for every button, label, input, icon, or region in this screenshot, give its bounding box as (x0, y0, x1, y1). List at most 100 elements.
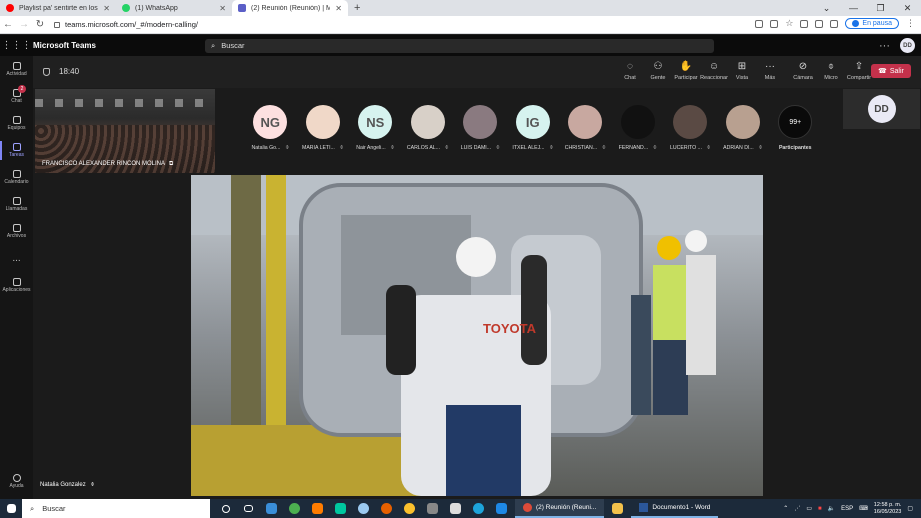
close-icon[interactable]: ✕ (103, 4, 110, 13)
clock[interactable]: 12:58 p. m. 16/05/2023 (874, 502, 902, 516)
language-indicator[interactable]: ESP (841, 506, 853, 512)
app-blue-icon[interactable] (354, 499, 373, 518)
cortana-icon[interactable] (216, 499, 235, 518)
participant-tile[interactable]: CARLOS AL... ⌽ (402, 105, 455, 152)
meeting-timer: 18:40 (43, 67, 79, 76)
calculator-icon[interactable] (262, 499, 281, 518)
back-button[interactable]: ← (0, 19, 16, 30)
react-button[interactable]: ☺ Reaccionar (700, 61, 728, 81)
app-green-icon[interactable] (285, 499, 304, 518)
mail-icon[interactable] (492, 499, 511, 518)
rail-item-calendar[interactable]: Calendario (0, 164, 33, 191)
camera-button[interactable]: ⊘ Cámara (789, 61, 817, 81)
star-icon[interactable]: ☆ (785, 18, 793, 29)
more-button[interactable]: ··· Más (756, 61, 784, 81)
participant-tile[interactable]: NS Nair Angeli... ⌽ (349, 105, 402, 152)
audition-icon[interactable] (331, 499, 350, 518)
rail-item-teams[interactable]: Equipos (0, 110, 33, 137)
volume-icon[interactable]: 🔈 (828, 505, 835, 512)
taskbar-window-word[interactable]: Documento1 - Word (631, 499, 719, 518)
rail-item-tasks[interactable]: Tareas (0, 137, 33, 164)
participant-tile[interactable]: LUCERITO ... ⌽ (664, 105, 717, 152)
participant-tile[interactable]: CHRISTIAN... ⌽ (559, 105, 612, 152)
menu-icon[interactable]: ⋮ (906, 18, 915, 29)
app-tray-icon[interactable]: ■ (818, 506, 822, 512)
edge-icon[interactable] (469, 499, 488, 518)
chat-button[interactable]: ◌ Chat (616, 61, 644, 81)
participants-more-button[interactable]: 99+ Participantes (769, 105, 822, 152)
close-icon[interactable]: ✕ (335, 4, 342, 13)
rail-item-help[interactable]: Ayuda (0, 468, 33, 495)
participant-name: ADRIAN DI... ⌽ (723, 145, 762, 152)
extensions-icon[interactable] (800, 19, 809, 28)
avatar[interactable]: DD (900, 38, 915, 53)
chevron-up-icon[interactable]: ⌃ (783, 505, 788, 512)
participant-tile[interactable]: MARIA LETI... ⌽ (297, 105, 350, 152)
close-icon[interactable]: ✕ (219, 4, 226, 13)
participant-tile[interactable]: NG Natalia Go... ⌽ (244, 105, 297, 152)
camera-blocked-icon[interactable] (755, 19, 764, 28)
shared-video[interactable]: TOYOTA (191, 175, 763, 496)
participant-video-thumbnail[interactable]: FRANCISCO ALEXANDER RINCON MOLINA ⧉ (35, 89, 215, 173)
avatar (463, 105, 498, 139)
vlc-icon[interactable] (423, 499, 442, 518)
self-avatar: DD (867, 95, 896, 123)
share-page-icon[interactable] (770, 19, 779, 28)
maximize-button[interactable]: ❐ (867, 0, 894, 16)
minimize-button[interactable]: — (840, 0, 867, 16)
hand-icon: ✋ (679, 61, 693, 72)
mic-button[interactable]: ⌽ Micro (817, 61, 845, 81)
firefox-icon[interactable] (377, 499, 396, 518)
participant-tile[interactable]: LUIS DAMI... ⌽ (454, 105, 507, 152)
rail-item-files[interactable]: Archivos (0, 218, 33, 245)
keyboard-icon[interactable]: ⌨ (859, 505, 868, 512)
participant-tile[interactable]: FERNAND... ⌽ (612, 105, 665, 152)
profile-pause-button[interactable]: En pausa (845, 18, 899, 29)
file-explorer-icon[interactable] (608, 499, 627, 518)
browser-tab-youtube[interactable]: Playlist pa' sentirte en los 80s (1... ✕ (0, 0, 116, 16)
left-rail: Actividad 2 Chat Equipos Tareas Calendari… (0, 56, 33, 499)
rail-item-activity[interactable]: Actividad (0, 56, 33, 83)
close-window-button[interactable]: ✕ (894, 0, 921, 16)
windows-start-icon[interactable] (0, 499, 22, 518)
browser-tab-teams[interactable]: (2) Reunión (Reunión) | Micr... ✕ (232, 0, 348, 16)
leave-button[interactable]: ☎ Salir (871, 64, 911, 78)
participant-name: CHRISTIAN... ⌽ (565, 145, 606, 152)
task-view-icon[interactable] (239, 499, 258, 518)
lock-icon[interactable] (54, 21, 60, 28)
view-button[interactable]: ⊞ Vista (728, 61, 756, 81)
raise-hand-button[interactable]: ✋ Participar (672, 61, 700, 81)
self-view[interactable]: DD (843, 89, 920, 129)
rail-item-apps[interactable]: Aplicaciones (0, 272, 33, 299)
chat-icon: ◌ (627, 61, 633, 72)
share-button[interactable]: ⇪ Compartir (845, 61, 873, 81)
new-tab-button[interactable]: + (348, 2, 366, 14)
people-button[interactable]: ⚇ Gente (644, 61, 672, 81)
taskbar-search-input[interactable]: ⌕ Buscar (22, 499, 210, 518)
chevron-down-icon[interactable]: ⌄ (813, 0, 840, 16)
battery-icon[interactable]: ▭ (806, 505, 812, 512)
participant-tile[interactable]: ADRIAN DI... ⌽ (717, 105, 770, 152)
reload-button[interactable]: ↻ (32, 19, 48, 30)
reading-list-icon[interactable] (815, 19, 824, 28)
rail-item-calls[interactable]: Llamadas (0, 191, 33, 218)
rail-item-more[interactable]: ... (0, 245, 33, 272)
browser-tab-whatsapp[interactable]: (1) WhatsApp ✕ (116, 0, 232, 16)
notifications-icon[interactable]: ▢ (907, 505, 913, 512)
forward-button[interactable]: → (16, 19, 32, 30)
taskbar-window-chrome[interactable]: (2) Reunión (Reuni... (515, 499, 605, 518)
network-icon[interactable]: ⋰ (794, 505, 800, 512)
sidebar-icon[interactable] (830, 19, 839, 28)
participant-tile[interactable]: IG ITXEL ALEJ... ⌽ (507, 105, 560, 152)
url-field[interactable]: teams.microsoft.com/_#/modern-calling/ (54, 20, 198, 29)
chrome-icon[interactable] (400, 499, 419, 518)
app-launcher-icon[interactable]: ⋮⋮⋮ (0, 40, 33, 51)
rail-item-chat[interactable]: 2 Chat (0, 83, 33, 110)
speaker-label: Natalia Gonzalez ⌽ (40, 482, 94, 489)
search-input[interactable]: ⌕ Buscar (205, 38, 714, 53)
clock-time: 12:58 p. m. (873, 501, 902, 508)
illustrator-icon[interactable] (308, 499, 327, 518)
mic-off-icon: ⌽ (549, 145, 554, 151)
store-icon[interactable] (446, 499, 465, 518)
more-options-icon[interactable]: ··· (879, 40, 890, 52)
